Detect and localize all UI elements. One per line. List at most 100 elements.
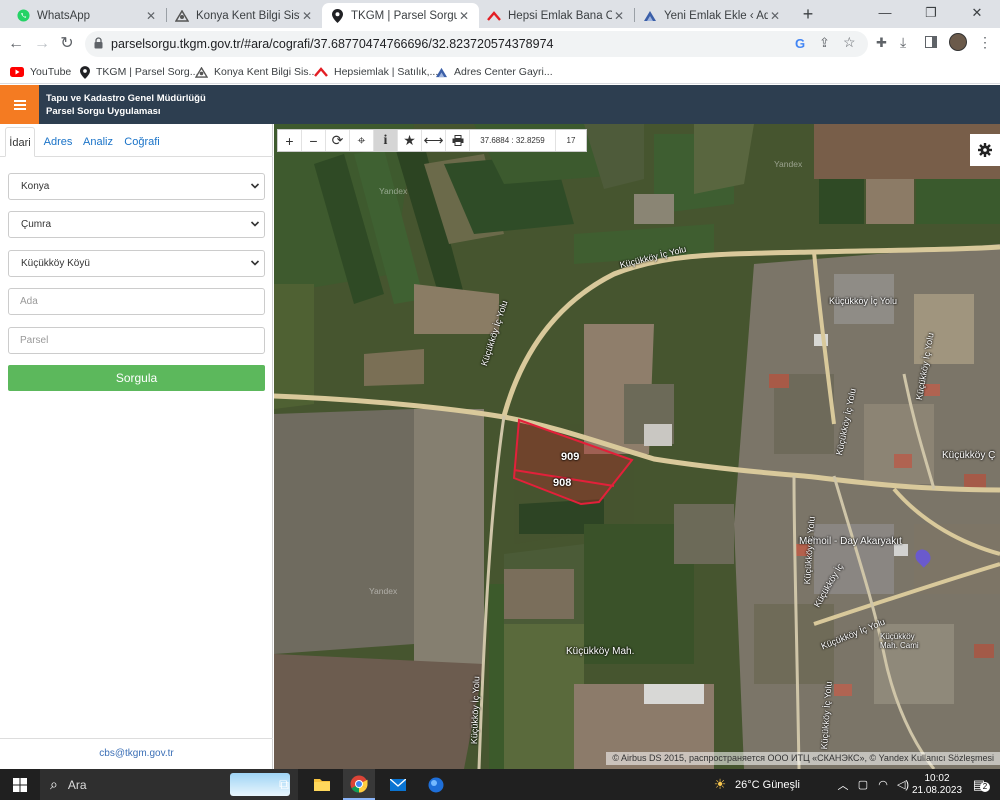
- sorgula-button[interactable]: Sorgula: [8, 365, 265, 391]
- minimize-button[interactable]: —: [862, 0, 908, 28]
- tab-tkgm-parsel[interactable]: TKGM | Parsel Sorgu Uyg ✕: [322, 3, 479, 28]
- restore-button[interactable]: ❐: [908, 0, 954, 28]
- tab-cografi[interactable]: Coğrafi: [121, 127, 163, 157]
- file-explorer-button[interactable]: [306, 769, 338, 800]
- close-icon[interactable]: ✕: [144, 9, 158, 23]
- notification-center-button[interactable]: ▤ 2: [964, 769, 994, 800]
- bookmark-star-icon[interactable]: ☆: [843, 34, 856, 51]
- tab-whatsapp[interactable]: WhatsApp ✕: [8, 3, 166, 28]
- app-title: Tapu ve Kadastro Genel Müdürlüğü Parsel …: [46, 92, 206, 118]
- browser-tab-bar: WhatsApp ✕ Konya Kent Bilgi Sistemi ✕ TK…: [0, 0, 1000, 28]
- il-select-value: Konya: [21, 181, 50, 192]
- browser-globe-button[interactable]: [420, 769, 452, 800]
- close-icon[interactable]: ✕: [768, 9, 782, 23]
- taskbar-search-box[interactable]: ⌕ Ara: [40, 769, 298, 800]
- download-icon[interactable]: ⤓: [900, 34, 906, 51]
- tab-adres-center[interactable]: Yeni Emlak Ekle ‹ Adres Ce ✕: [635, 3, 790, 28]
- crosshair-icon: ⌖: [357, 132, 366, 148]
- new-tab-button[interactable]: +: [798, 4, 818, 24]
- favorite-button[interactable]: ★: [398, 130, 422, 151]
- parcel-number-label[interactable]: 908: [553, 477, 571, 489]
- meet-now-icon[interactable]: ▢: [854, 769, 872, 800]
- search-icon: ⌕: [50, 776, 58, 792]
- ada-input[interactable]: Ada: [8, 288, 265, 315]
- clock-time: 10:02: [924, 772, 950, 784]
- reload-button[interactable]: ↻: [56, 33, 78, 55]
- wifi-icon[interactable]: ◠: [874, 769, 892, 800]
- refresh-icon: ⟳: [331, 132, 344, 148]
- weather-widget[interactable]: 26°C Güneşli: [735, 769, 825, 800]
- refresh-button[interactable]: ⟳: [326, 130, 350, 151]
- windows-logo-icon: [13, 777, 27, 792]
- map-attribution: © Airbus DS 2015, распространяется ООО И…: [606, 752, 1000, 765]
- hamburger-menu-button[interactable]: [0, 85, 39, 124]
- close-icon[interactable]: ✕: [457, 9, 471, 23]
- konya-logo-icon: [175, 9, 189, 23]
- print-button[interactable]: [446, 130, 470, 151]
- adres-center-icon: [435, 67, 448, 78]
- mosque-label: Küçükköy Mah. Cami: [880, 632, 919, 650]
- bookmark-youtube[interactable]: YouTube: [10, 64, 71, 80]
- tab-konya-kent[interactable]: Konya Kent Bilgi Sistemi ✕: [167, 3, 322, 28]
- show-hidden-icons-button[interactable]: ︿: [834, 769, 852, 800]
- info-icon: i: [383, 132, 388, 148]
- contact-email-link[interactable]: cbs@tkgm.gov.tr: [0, 738, 273, 769]
- measure-icon: ⟷: [423, 132, 444, 148]
- bookmarks-bar: YouTube TKGM | Parsel Sorg... Konya Kent…: [0, 60, 1000, 84]
- tab-adres[interactable]: Adres: [40, 127, 76, 157]
- google-icon[interactable]: G: [795, 36, 805, 51]
- app-header: Tapu ve Kadastro Genel Müdürlüğü Parsel …: [0, 85, 1000, 124]
- satellite-map[interactable]: + − ⟳ ⌖ i ★ ⟷ 37.6884 : 32.8259 17 Yande…: [274, 124, 1000, 769]
- bookmark-tkgm[interactable]: TKGM | Parsel Sorg...: [80, 64, 199, 80]
- satellite-imagery: [274, 124, 1000, 769]
- weather-widget-icon[interactable]: ☀: [708, 769, 732, 800]
- measure-button[interactable]: ⟷: [422, 130, 446, 151]
- chrome-taskbar-button[interactable]: [343, 769, 375, 800]
- forward-button[interactable]: →: [31, 33, 53, 55]
- app-title-line2: Parsel Sorgu Uygulaması: [46, 106, 161, 117]
- chevron-down-icon: [250, 183, 260, 189]
- bookmark-adres-center[interactable]: Adres Center Gayri...: [435, 64, 553, 80]
- info-button[interactable]: i: [374, 130, 398, 151]
- hepsiemlak-icon: [487, 9, 501, 23]
- back-button[interactable]: ←: [5, 33, 27, 55]
- profile-avatar[interactable]: [949, 33, 967, 51]
- share-icon[interactable]: ⇪: [819, 35, 830, 51]
- address-bar[interactable]: parselsorgu.tkgm.gov.tr/#ara/cografi/37.…: [85, 31, 868, 57]
- chevron-up-icon: ︿: [837, 779, 849, 792]
- close-icon[interactable]: ✕: [612, 9, 626, 23]
- close-icon[interactable]: ✕: [300, 9, 314, 23]
- il-select[interactable]: Konya: [8, 173, 265, 200]
- tab-analiz[interactable]: Analiz: [80, 127, 116, 157]
- mail-button[interactable]: [382, 769, 414, 800]
- extensions-icon[interactable]: ✚: [876, 35, 887, 51]
- tab-hepsiemlak[interactable]: Hepsi Emlak Bana Özel ✕: [479, 3, 634, 28]
- locate-button[interactable]: ⌖: [350, 130, 374, 151]
- clock-date: 21.08.2023: [911, 784, 963, 796]
- start-button[interactable]: [0, 769, 40, 800]
- fuel-station-label: Memoil - Day Akaryakıt: [799, 536, 902, 547]
- coordinate-readout: 37.6884 : 32.8259: [470, 130, 556, 151]
- folder-icon: [314, 779, 330, 791]
- zoom-in-button[interactable]: +: [278, 130, 302, 151]
- tab-idari[interactable]: İdari: [5, 127, 35, 157]
- notification-count: 2: [980, 782, 990, 792]
- close-window-button[interactable]: ✕: [954, 0, 1000, 28]
- mahalle-select[interactable]: Küçükköy Köyü: [8, 250, 265, 277]
- ilce-select[interactable]: Çumra: [8, 211, 265, 238]
- menu-icon[interactable]: ⋮: [978, 34, 992, 51]
- globe-icon: [428, 777, 444, 792]
- map-watermark: Yandex: [774, 159, 803, 169]
- clock[interactable]: 10:02 21.08.2023: [912, 769, 962, 800]
- parsel-input[interactable]: Parsel: [8, 327, 265, 354]
- task-view-button[interactable]: ⧉: [268, 769, 300, 800]
- chrome-icon: [350, 775, 368, 793]
- parcel-number-label[interactable]: 909: [561, 451, 579, 463]
- task-view-icon: ⧉: [279, 776, 289, 792]
- bookmark-hepsiemlak[interactable]: Hepsiemlak | Satılık,...: [314, 64, 438, 80]
- bookmark-konya-kent[interactable]: Konya Kent Bilgi Sis...: [195, 64, 317, 80]
- zoom-out-button[interactable]: −: [302, 130, 326, 151]
- map-settings-button[interactable]: [970, 134, 1000, 166]
- volume-icon[interactable]: ◁): [894, 769, 912, 800]
- side-panel-icon[interactable]: [925, 36, 937, 48]
